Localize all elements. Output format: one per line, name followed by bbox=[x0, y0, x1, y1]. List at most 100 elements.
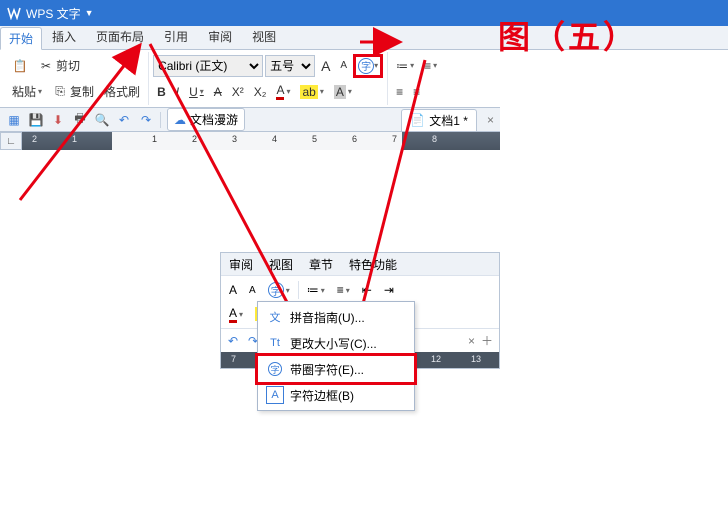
paste-button[interactable]: 📋 bbox=[8, 56, 32, 76]
cut-button[interactable]: ✂ 剪切 bbox=[34, 57, 84, 75]
menu-item-label: 拼音指南(U)... bbox=[290, 309, 365, 326]
cut-label: 剪切 bbox=[56, 57, 80, 74]
qat-preview-icon[interactable]: 🔍 bbox=[94, 112, 110, 128]
submenu-panel: 审阅 视图 章节 特色功能 A A 字▾ ≔▾ ≡▾ ⇤ ⇥ A▾ ab▾ A▾… bbox=[220, 252, 500, 369]
pinyin-icon: 文 bbox=[266, 308, 284, 326]
numbering-button[interactable]: ≡▾ bbox=[420, 57, 441, 75]
tab-start[interactable]: 开始 bbox=[0, 27, 42, 50]
ruler-n: 6 bbox=[352, 134, 357, 144]
sub-numbering[interactable]: ≡▾ bbox=[333, 281, 354, 299]
ruler-n: 8 bbox=[432, 134, 437, 144]
ruler-n: 7 bbox=[392, 134, 397, 144]
tab-layout[interactable]: 页面布局 bbox=[86, 24, 154, 49]
strike-button[interactable]: A bbox=[210, 83, 226, 101]
menu-item-label: 字符边框(B) bbox=[290, 387, 354, 404]
ruler-n: 1 bbox=[152, 134, 157, 144]
app-dropdown-icon[interactable]: ▼ bbox=[85, 8, 94, 18]
tab-view[interactable]: 视图 bbox=[242, 24, 286, 49]
qat-save-icon[interactable]: 💾 bbox=[28, 112, 44, 128]
paste-icon: 📋 bbox=[12, 58, 28, 74]
document-tab[interactable]: 📄 文档1 * bbox=[401, 109, 477, 131]
enclosed-menu-icon: 字 bbox=[266, 360, 284, 378]
bold-button[interactable]: B bbox=[153, 83, 170, 101]
sub-grow-font[interactable]: A bbox=[225, 281, 241, 299]
format-painter-label: 格式刷 bbox=[104, 83, 140, 100]
quick-access-bar: ▦ 💾 ⬇ 🖶 🔍 ↶ ↷ ☁ 文档漫游 📄 文档1 * × bbox=[0, 108, 500, 132]
sub-enclosed-icon: 字 bbox=[268, 282, 284, 298]
qat-print-icon[interactable]: 🖶 bbox=[72, 112, 88, 128]
wps-logo-icon bbox=[6, 5, 22, 21]
subtab-chapter[interactable]: 章节 bbox=[301, 253, 341, 276]
ruler-n: 3 bbox=[232, 134, 237, 144]
font-name-select[interactable]: Calibri (正文) bbox=[153, 55, 263, 77]
changecase-icon: Tt bbox=[266, 334, 284, 352]
menu-item-changecase[interactable]: Tt 更改大小写(C)... bbox=[258, 330, 414, 356]
bullets-button[interactable]: ≔▾ bbox=[392, 57, 418, 75]
shading-button[interactable]: A▾ bbox=[330, 83, 356, 101]
horizontal-ruler[interactable]: 2 1 1 2 3 4 5 6 7 8 bbox=[22, 132, 500, 150]
document-tab-close[interactable]: × bbox=[487, 113, 494, 127]
ruler-n: 2 bbox=[192, 134, 197, 144]
qat-undo-icon[interactable]: ↶ bbox=[116, 112, 132, 128]
italic-button[interactable]: I bbox=[172, 83, 183, 101]
qat-new-icon[interactable]: ▦ bbox=[6, 112, 22, 128]
para-group: ≔▾ ≡▾ ≡ ≡ bbox=[388, 52, 445, 105]
copy-button[interactable]: ⎘ 复制 bbox=[48, 81, 98, 102]
menu-item-enclosed[interactable]: 字 带圈字符(E)... bbox=[258, 356, 414, 382]
tab-reference[interactable]: 引用 bbox=[154, 24, 198, 49]
enclosed-dropdown-menu: 文 拼音指南(U)... Tt 更改大小写(C)... 字 带圈字符(E)...… bbox=[257, 301, 415, 411]
menu-item-border[interactable]: A 字符边框(B) bbox=[258, 382, 414, 408]
subtab-review[interactable]: 审阅 bbox=[221, 253, 261, 276]
ruler-wrap: ∟ 2 1 1 2 3 4 5 6 7 8 bbox=[0, 132, 500, 150]
cut-icon: ✂ bbox=[38, 58, 54, 74]
paste-label: 粘贴 bbox=[12, 83, 36, 100]
sub-indent-dec[interactable]: ⇤ bbox=[358, 281, 376, 299]
ruler-n: 5 bbox=[312, 134, 317, 144]
paste-label-button[interactable]: 粘贴▾ bbox=[8, 81, 46, 102]
ribbon: 📋 ✂ 剪切 粘贴▾ ⎘ 复制 格式刷 Cali bbox=[0, 50, 500, 108]
doc-icon: 📄 bbox=[410, 113, 425, 127]
format-painter-button[interactable]: 格式刷 bbox=[100, 81, 144, 102]
qat-saveas-icon[interactable]: ⬇ bbox=[50, 112, 66, 128]
subscript-button[interactable]: X₂ bbox=[250, 83, 271, 101]
font-group: Calibri (正文) 五号 A A 字 ▾ B I U▾ A X² X₂ A… bbox=[149, 52, 388, 105]
subruler-n: 7 bbox=[231, 354, 236, 364]
sub-indent-inc[interactable]: ⇥ bbox=[380, 281, 398, 299]
sub-shrink-font[interactable]: A bbox=[245, 283, 260, 298]
copy-icon: ⎘ bbox=[52, 84, 68, 100]
sub-qat-undo[interactable]: ↶ bbox=[225, 333, 241, 349]
document-tab-label: 文档1 * bbox=[429, 112, 468, 129]
ruler-corner-icon[interactable]: ∟ bbox=[0, 132, 22, 150]
subtab-feature[interactable]: 特色功能 bbox=[341, 253, 405, 276]
sub-fontcolor[interactable]: A▾ bbox=[225, 304, 247, 325]
underline-button[interactable]: U▾ bbox=[185, 83, 208, 101]
sub-doc-close[interactable]: × bbox=[468, 334, 475, 348]
enclosed-char-button[interactable]: 字 ▾ bbox=[353, 54, 383, 78]
enclosed-char-icon: 字 bbox=[358, 58, 374, 74]
menu-item-pinyin[interactable]: 文 拼音指南(U)... bbox=[258, 304, 414, 330]
subruler-n: 12 bbox=[431, 354, 441, 364]
doc-wander-pill[interactable]: ☁ 文档漫游 bbox=[167, 108, 245, 131]
border-icon: A bbox=[266, 386, 284, 404]
font-size-select[interactable]: 五号 bbox=[265, 55, 315, 77]
superscript-button[interactable]: X² bbox=[228, 83, 248, 101]
figure-label: 图（五） bbox=[498, 12, 638, 58]
tab-review[interactable]: 审阅 bbox=[198, 24, 242, 49]
highlight-button[interactable]: ab▾ bbox=[296, 83, 327, 101]
shrink-font-button[interactable]: A bbox=[336, 58, 351, 73]
font-color-button[interactable]: A▾ bbox=[272, 81, 294, 102]
align-left-button[interactable]: ≡ bbox=[392, 83, 407, 101]
qat-redo-icon[interactable]: ↷ bbox=[138, 112, 154, 128]
app-name: WPS 文字 bbox=[26, 5, 81, 22]
sub-addtab-icon[interactable]: ＋ bbox=[479, 333, 495, 349]
menu-item-label: 更改大小写(C)... bbox=[290, 335, 377, 352]
cloud-icon: ☁ bbox=[174, 113, 186, 127]
sub-bullets[interactable]: ≔▾ bbox=[303, 281, 329, 299]
menu-item-label: 带圈字符(E)... bbox=[290, 361, 364, 378]
sub-enclosed-button[interactable]: 字▾ bbox=[264, 280, 294, 300]
clipboard-group: 📋 ✂ 剪切 粘贴▾ ⎘ 复制 格式刷 bbox=[4, 52, 149, 105]
grow-font-button[interactable]: A bbox=[317, 56, 334, 76]
subtab-view[interactable]: 视图 bbox=[261, 253, 301, 276]
tab-insert[interactable]: 插入 bbox=[42, 24, 86, 49]
align-center-button[interactable]: ≡ bbox=[409, 83, 424, 101]
